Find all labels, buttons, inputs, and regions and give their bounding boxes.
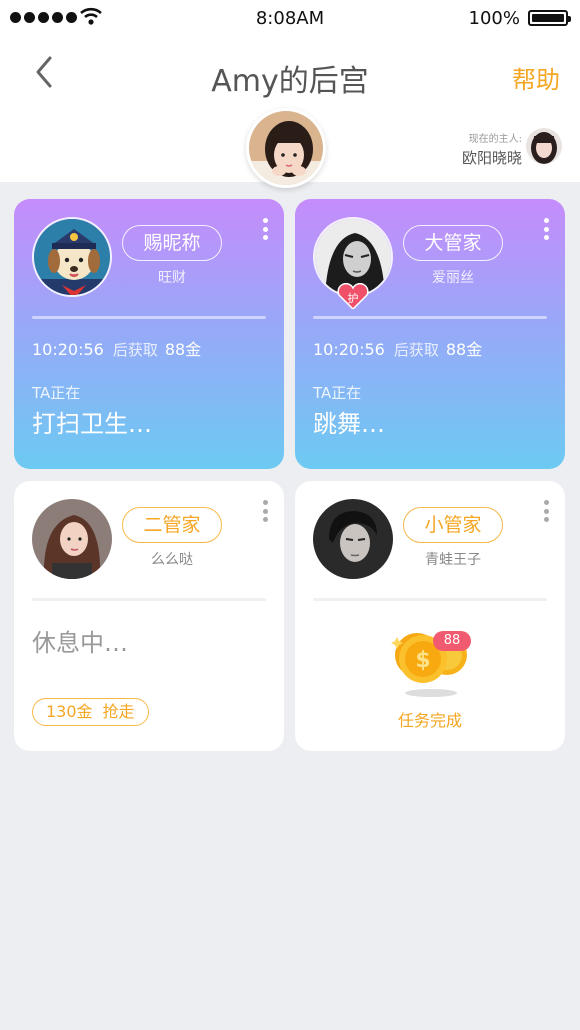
owner-info: 现在的主人: 欧阳晓晓 — [462, 130, 522, 168]
more-options-icon[interactable] — [541, 497, 551, 525]
more-options-icon[interactable] — [541, 215, 551, 243]
current-activity: 打扫卫生… — [32, 410, 152, 438]
doing-label: TA正在 — [313, 384, 362, 402]
dog-avatar[interactable] — [32, 217, 112, 297]
after-label: 后获取 — [112, 341, 158, 359]
steward-avatar[interactable] — [313, 499, 393, 579]
steward-card-3[interactable]: 二管家 么么哒 休息中… 130金 抢走 — [14, 481, 284, 751]
divider — [32, 598, 266, 601]
status-bar: 8:08AM 100% — [0, 0, 580, 36]
role-badge: 小管家 — [403, 507, 503, 543]
battery-icon — [528, 10, 571, 26]
owner-name: 欧阳晓晓 — [461, 149, 522, 167]
divider — [313, 316, 547, 319]
countdown-time: 10:20:56 — [313, 340, 385, 359]
owner-label: 现在的主人: — [468, 134, 522, 145]
more-options-icon[interactable] — [260, 215, 270, 243]
steward-name: 爱丽丝 — [432, 270, 474, 286]
battery-percent: 100% — [468, 8, 520, 29]
page-title: Amy的后宫 — [211, 64, 369, 99]
earning-info: 10:20:56 后获取 88金 — [313, 336, 482, 360]
protect-badge-icon: 护 — [337, 283, 369, 309]
rest-status: 休息中… — [32, 629, 128, 657]
protect-badge-text: 护 — [348, 291, 359, 305]
header: Amy的后宫 帮助 现在的主人: 欧阳晓晓 — [0, 36, 580, 188]
doing-label: TA正在 — [32, 384, 81, 402]
role-badge: 二管家 — [122, 507, 222, 543]
more-options-icon[interactable] — [260, 497, 270, 525]
current-activity: 跳舞… — [313, 410, 385, 438]
gold-amount: 88金 — [164, 340, 202, 359]
help-link[interactable]: 帮助 — [512, 60, 560, 95]
steward-name: 青蛙王子 — [425, 552, 481, 568]
set-nickname-button[interactable]: 赐昵称 — [122, 225, 222, 261]
grab-label: 抢走 — [102, 702, 135, 721]
task-complete-label: 任务完成 — [397, 711, 462, 730]
grab-price: 130金 — [46, 702, 93, 721]
gold-amount: 88金 — [445, 340, 483, 359]
steward-name: 旺财 — [158, 270, 186, 286]
svg-text:$: $ — [415, 648, 430, 673]
main-avatar[interactable] — [246, 108, 326, 188]
grab-button[interactable]: 130金 抢走 — [32, 698, 149, 726]
coin-count-badge: 88 — [433, 631, 471, 651]
role-badge: 大管家 — [403, 225, 503, 261]
after-label: 后获取 — [393, 341, 439, 359]
steward-card-4[interactable]: 小管家 青蛙王子 $ 88 任务完成 — [295, 481, 565, 751]
steward-card-2[interactable]: 护 大管家 爱丽丝 10:20:56 后获取 88金 TA正在 跳舞… — [295, 199, 565, 469]
owner-avatar[interactable] — [526, 128, 562, 164]
earning-info: 10:20:56 后获取 88金 — [32, 336, 201, 360]
steward-name: 么么哒 — [151, 552, 193, 568]
divider — [32, 316, 266, 319]
steward-avatar[interactable] — [32, 499, 112, 579]
steward-card-1[interactable]: 赐昵称 旺财 10:20:56 后获取 88金 TA正在 打扫卫生… — [14, 199, 284, 469]
divider — [313, 598, 547, 601]
countdown-time: 10:20:56 — [32, 340, 104, 359]
